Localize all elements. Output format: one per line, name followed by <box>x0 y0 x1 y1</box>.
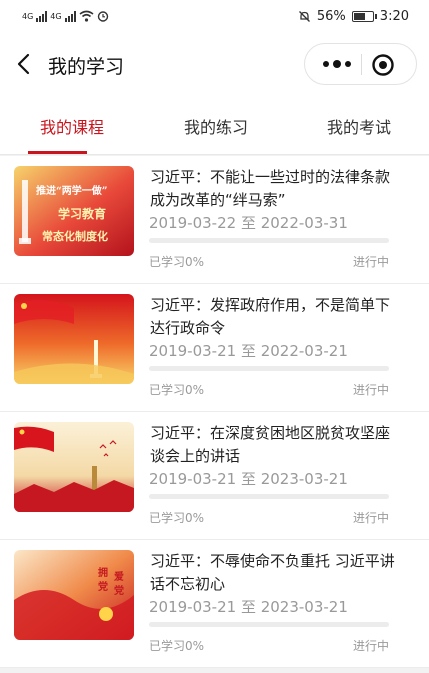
clock-time: 3:20 <box>379 9 409 24</box>
thumb-text-1: 推进“两学一做” <box>36 184 108 197</box>
battery-icon <box>351 11 377 22</box>
battery-percent: 56% <box>316 9 346 24</box>
progress-bar <box>149 366 389 371</box>
mini-program-capsule <box>304 43 417 85</box>
progress-bar <box>149 622 389 627</box>
course-date-range: 2019-03-22 至 2022-03-31 <box>149 214 348 232</box>
status-label: 进行中 <box>352 639 389 653</box>
tab-bar: 我的课程 我的练习 我的考试 <box>0 96 429 155</box>
course-date-range: 2019-03-21 至 2023-03-21 <box>149 598 348 616</box>
tab-my-exercises[interactable]: 我的练习 <box>184 114 248 138</box>
alarm-icon <box>97 11 108 22</box>
signal-icon-2 <box>64 10 76 22</box>
chevron-left-icon[interactable] <box>15 52 35 76</box>
page-title: 我的学习 <box>48 56 125 78</box>
thumb-text-3: 常态化制度化 <box>42 229 108 243</box>
course-title[interactable]: 习近平：不辱使命不负重托 习近平讲话不忘初心 <box>150 550 400 596</box>
course-thumbnail <box>14 294 134 384</box>
progress-label: 已学习0% <box>149 383 205 397</box>
course-item[interactable]: 推进“两学一做” 学习教育 常态化制度化 习近平：不能让一些过时的法律条款成为改… <box>0 156 429 284</box>
course-date-range: 2019-03-21 至 2022-03-21 <box>149 342 348 360</box>
thumb-text-3: 爱 <box>114 570 124 583</box>
course-title[interactable]: 习近平：不能让一些过时的法律条款成为改革的“绊马索” <box>150 166 400 212</box>
more-dots-icon[interactable] <box>317 44 357 84</box>
target-circle-icon[interactable] <box>371 53 395 77</box>
status-label: 进行中 <box>352 383 389 397</box>
course-title[interactable]: 习近平：在深度贫困地区脱贫攻坚座谈会上的讲话 <box>150 422 400 468</box>
active-tab-indicator <box>28 151 87 154</box>
thumb-text-2: 党 <box>98 580 108 593</box>
progress-bar <box>149 494 389 499</box>
course-item[interactable]: 习近平：发挥政府作用，不是简单下达行政命令 2019-03-21 至 2022-… <box>0 284 429 412</box>
status-bar: 4G 4G 56% 3:20 <box>0 0 429 34</box>
progress-label: 已学习0% <box>149 639 205 653</box>
progress-bar <box>149 238 389 243</box>
course-title[interactable]: 习近平：发挥政府作用，不是简单下达行政命令 <box>150 294 400 340</box>
course-item[interactable]: 习近平：在深度贫困地区脱贫攻坚座谈会上的讲话 2019-03-21 至 2023… <box>0 412 429 540</box>
mute-bell-icon <box>298 11 310 22</box>
signal-label-2: 4G <box>50 11 62 21</box>
course-thumbnail: 推进“两学一做” 学习教育 常态化制度化 <box>14 166 134 256</box>
progress-label: 已学习0% <box>149 511 205 525</box>
tab-my-exams[interactable]: 我的考试 <box>327 114 391 138</box>
signal-label-1: 4G <box>22 11 34 21</box>
tab-my-courses[interactable]: 我的课程 <box>40 114 104 138</box>
thumb-text-2: 学习教育 <box>58 206 106 221</box>
course-date-range: 2019-03-21 至 2023-03-21 <box>149 470 348 488</box>
course-thumbnail: 拥 党 爱 党 <box>14 550 134 640</box>
status-label: 进行中 <box>352 511 389 525</box>
signal-icon <box>36 10 48 22</box>
nav-bar: 我的学习 <box>0 34 429 96</box>
course-item[interactable]: 拥 党 爱 党 习近平：不辱使命不负重托 习近平讲话不忘初心 2019-03-2… <box>0 540 429 668</box>
status-label: 进行中 <box>352 255 389 269</box>
course-list: 推进“两学一做” 学习教育 常态化制度化 习近平：不能让一些过时的法律条款成为改… <box>0 156 429 668</box>
progress-label: 已学习0% <box>149 255 205 269</box>
thumb-text-4: 党 <box>114 584 124 597</box>
course-thumbnail <box>14 422 134 512</box>
thumb-text-1: 拥 <box>98 566 108 579</box>
capsule-divider <box>361 54 362 75</box>
wifi-icon <box>79 10 94 22</box>
